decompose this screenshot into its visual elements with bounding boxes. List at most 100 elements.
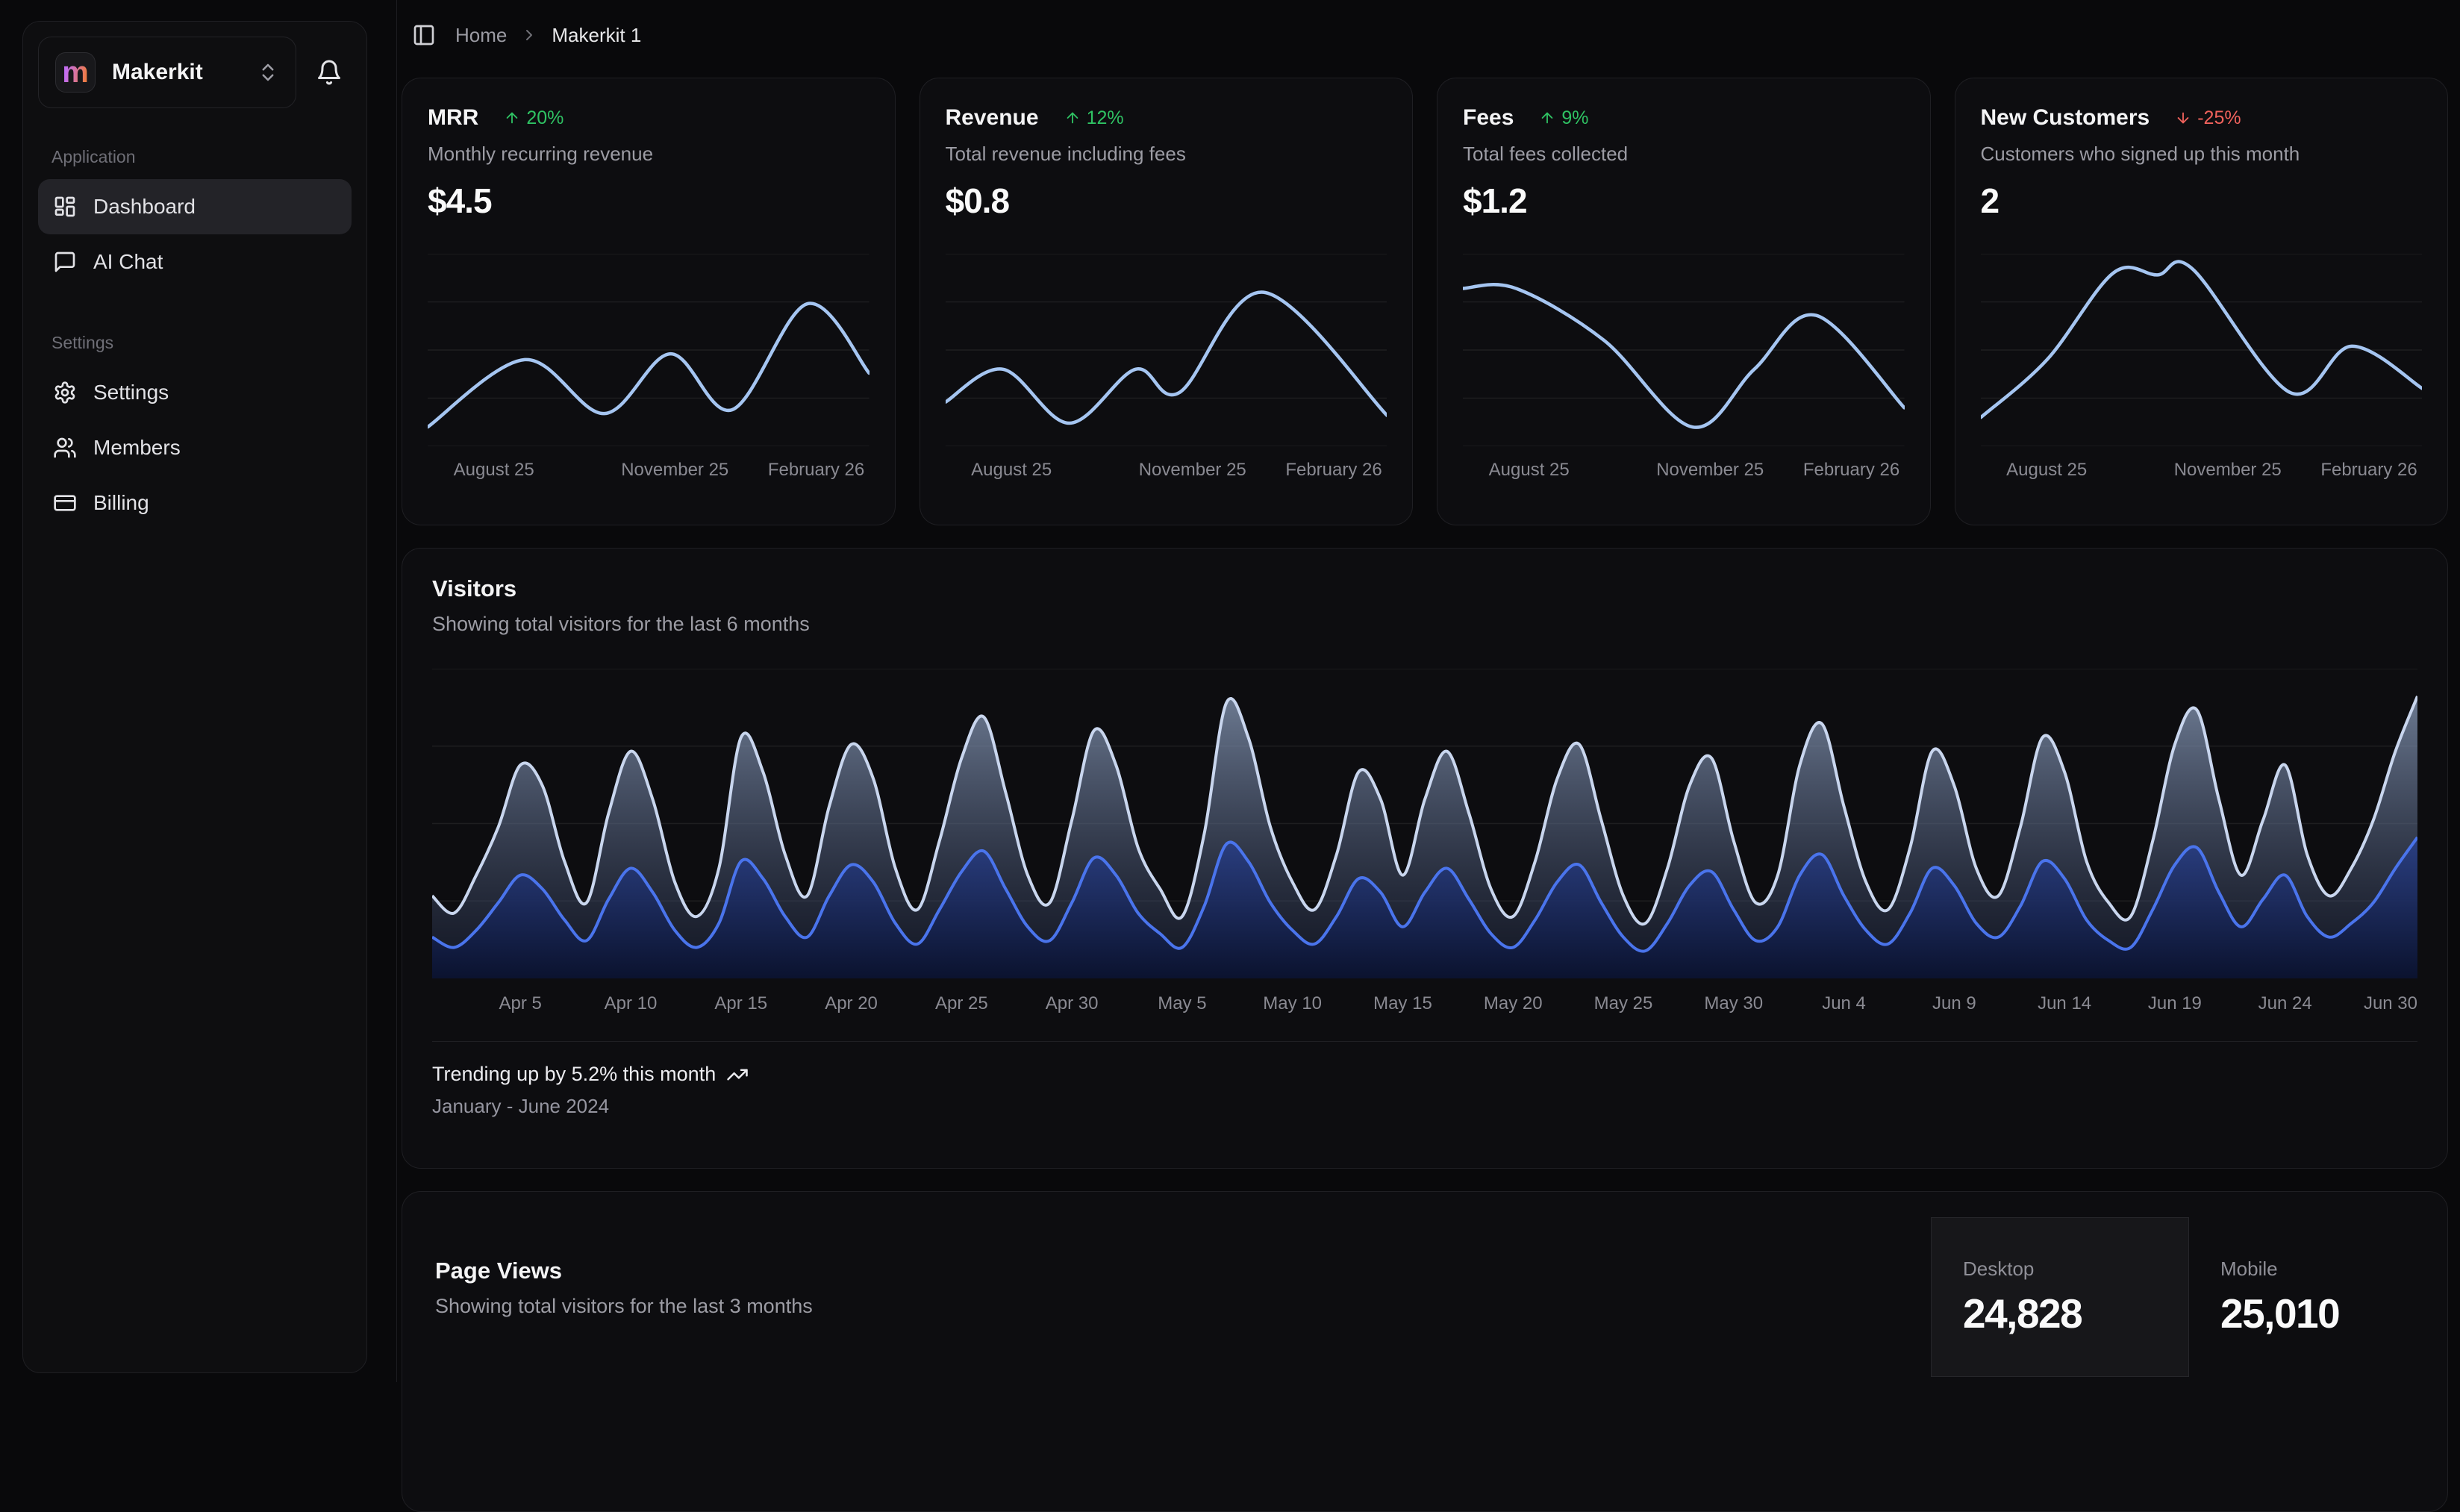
visitors-subtitle: Showing total visitors for the last 6 mo… [432,613,2417,636]
sidebar: m Makerkit Application Dashboard AI Chat… [0,0,397,1382]
visitors-title: Visitors [432,575,2417,602]
x-axis-label: Apr 15 [714,993,767,1014]
sidebar-item-ai-chat[interactable]: AI Chat [38,234,352,290]
x-axis-label: February 26 [1285,460,1382,481]
revenue-sparkline-chart [946,254,1387,446]
x-axis-label: November 25 [2174,460,2282,481]
x-axis-label: November 25 [621,460,728,481]
sidebar-item-settings[interactable]: Settings [38,365,352,420]
dashboard-icon [53,195,77,219]
stat-change-badge: -25% [2175,107,2241,129]
stat-value: 2 [1981,181,2423,221]
x-axis-label: Apr 25 [935,993,988,1014]
breadcrumb-home-link[interactable]: Home [455,24,507,47]
x-axis-label: Jun 9 [1932,993,1976,1014]
x-axis-label: May 25 [1594,993,1653,1014]
mobile-value: 25,010 [2220,1290,2416,1337]
workspace-name: Makerkit [112,60,203,85]
stat-value: $0.8 [946,181,1387,221]
x-axis-label: Apr 10 [605,993,658,1014]
x-axis-label: May 20 [1484,993,1543,1014]
stat-card-mrr: MRR 20% Monthly recurring revenue $4.5 A… [402,78,896,525]
breadcrumb-current-page: Makerkit 1 [552,24,641,47]
visitors-footer: Trending up by 5.2% this month January -… [432,1041,2417,1118]
sparkline-x-axis: August 25 November 25 February 26 [428,460,870,487]
visitors-area-chart [432,669,2417,978]
sparkline-x-axis: August 25 November 25 February 26 [1463,460,1905,487]
x-axis-label: Apr 20 [825,993,878,1014]
x-axis-label: November 25 [1139,460,1246,481]
stat-title: Fees [1463,105,1514,131]
fees-sparkline-chart [1463,254,1905,446]
page-views-card: Page Views Showing total visitors for th… [402,1191,2448,1512]
x-axis-label: November 25 [1656,460,1764,481]
x-axis-label: February 26 [768,460,864,481]
new-customers-sparkline-chart [1981,254,2423,446]
arrow-up-icon [1539,110,1555,126]
stat-card-new-customers: New Customers -25% Customers who signed … [1955,78,2449,525]
visitors-x-axis: Apr 5Apr 10Apr 15Apr 20Apr 25Apr 30May 5… [432,993,2417,1022]
sidebar-item-members[interactable]: Members [38,420,352,475]
x-axis-label: May 10 [1263,993,1322,1014]
stat-card-fees: Fees 9% Total fees collected $1.2 August… [1437,78,1931,525]
sidebar-panel: m Makerkit Application Dashboard AI Chat… [22,21,367,1373]
stat-change-badge: 9% [1539,107,1588,129]
desktop-label: Desktop [1963,1258,2157,1281]
notifications-button[interactable] [307,50,352,95]
stat-description: Total fees collected [1463,143,1905,166]
stat-title: New Customers [1981,105,2150,131]
chat-icon [53,250,77,274]
workspace-logo-letter: m [62,57,89,87]
stat-description: Total revenue including fees [946,143,1387,166]
sidebar-item-label: Settings [93,381,169,404]
stat-change-badge: 12% [1064,107,1124,129]
main-content: Home Makerkit 1 MRR 20% Monthly recurrin… [398,0,2460,1382]
sparkline-x-axis: August 25 November 25 February 26 [946,460,1387,487]
nav-section-label-application: Application [38,147,352,167]
workspace-logo: m [55,52,96,93]
x-axis-label: August 25 [2006,460,2087,481]
desktop-value: 24,828 [1963,1290,2157,1337]
sidebar-item-dashboard[interactable]: Dashboard [38,179,352,234]
arrow-down-icon [2175,110,2191,126]
page-views-toggle-group: Desktop 24,828 Mobile 25,010 [1931,1217,2447,1511]
sidebar-toggle-button[interactable] [405,16,443,54]
x-axis-label: May 5 [1158,993,1206,1014]
credit-card-icon [53,491,77,515]
sidebar-item-label: Dashboard [93,195,196,219]
app-root: { "colors": { "green": "#2fc263", "red":… [0,0,2460,1382]
x-axis-label: February 26 [2320,460,2417,481]
page-views-subtitle: Showing total visitors for the last 3 mo… [435,1295,813,1318]
x-axis-label: May 15 [1373,993,1432,1014]
sidebar-item-label: AI Chat [93,250,163,274]
x-axis-label: Jun 19 [2148,993,2202,1014]
stat-value: $4.5 [428,181,870,221]
visitors-trend-text: Trending up by 5.2% this month [432,1063,716,1086]
x-axis-label: Apr 5 [499,993,542,1014]
stat-description: Monthly recurring revenue [428,143,870,166]
x-axis-label: Jun 30 [2364,993,2417,1014]
x-axis-label: August 25 [454,460,534,481]
x-axis-label: February 26 [1803,460,1899,481]
visitors-card: Visitors Showing total visitors for the … [402,548,2448,1169]
desktop-toggle-button[interactable]: Desktop 24,828 [1931,1217,2189,1377]
mobile-label: Mobile [2220,1258,2416,1281]
arrow-up-icon [1064,110,1081,126]
chevrons-up-down-icon [257,61,279,84]
x-axis-label: May 30 [1704,993,1763,1014]
workspace-selector[interactable]: m Makerkit [38,37,296,108]
mobile-toggle-button[interactable]: Mobile 25,010 [2189,1217,2447,1377]
trending-up-icon [726,1063,749,1086]
nav-section-label-settings: Settings [38,333,352,353]
sidebar-item-billing[interactable]: Billing [38,475,352,531]
stat-cards-row: MRR 20% Monthly recurring revenue $4.5 A… [402,78,2448,525]
arrow-up-icon [504,110,520,126]
x-axis-label: August 25 [1489,460,1570,481]
sparkline-x-axis: August 25 November 25 February 26 [1981,460,2423,487]
stat-description: Customers who signed up this month [1981,143,2423,166]
sidebar-item-label: Members [93,436,181,460]
sidebar-nav: Application Dashboard AI Chat Settings S… [38,147,352,531]
stat-change-badge: 20% [504,107,564,129]
bell-icon [316,59,343,86]
x-axis-label: August 25 [971,460,1052,481]
